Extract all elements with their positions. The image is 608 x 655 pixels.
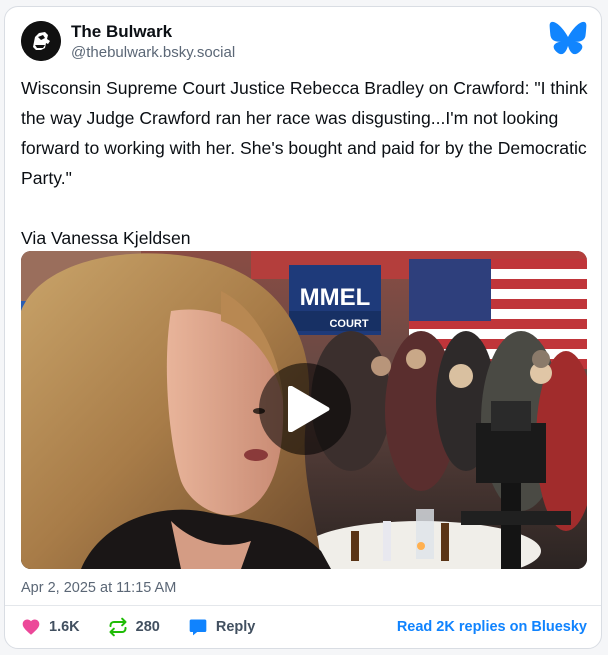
banner-text-main: MMEL [300, 284, 371, 311]
bulwark-logo-icon [21, 21, 61, 61]
heart-icon [22, 619, 40, 635]
play-button[interactable] [259, 363, 351, 455]
video-player[interactable]: MMEL COURT [21, 251, 587, 569]
action-bar: 1.6K 280 Reply Read 2K replies on Bluesk… [21, 615, 587, 639]
divider [5, 605, 601, 606]
post-card: The Bulwark @thebulwark.bsky.social Wisc… [4, 6, 602, 649]
author-names: The Bulwark @thebulwark.bsky.social [71, 21, 235, 63]
repost-button[interactable]: 280 [108, 617, 160, 637]
post-paragraph: Via Vanessa Kjeldsen [21, 228, 191, 248]
post-paragraph: Wisconsin Supreme Court Justice Rebecca … [21, 78, 588, 188]
post-text: Wisconsin Supreme Court Justice Rebecca … [21, 73, 591, 253]
like-button[interactable]: 1.6K [21, 617, 80, 637]
reply-bubble-icon [189, 619, 207, 636]
read-replies-link[interactable]: Read 2K replies on Bluesky [397, 619, 587, 635]
reply-label: Reply [215, 619, 256, 635]
avatar[interactable] [21, 21, 61, 61]
post-header: The Bulwark @thebulwark.bsky.social [21, 21, 587, 65]
repost-icon [109, 617, 127, 637]
bluesky-butterfly-icon[interactable] [549, 21, 587, 55]
repost-count: 280 [135, 619, 160, 635]
like-count: 1.6K [49, 619, 80, 635]
author-handle[interactable]: @thebulwark.bsky.social [71, 43, 235, 63]
author-display-name[interactable]: The Bulwark [71, 21, 235, 43]
reply-button[interactable]: Reply [188, 617, 256, 637]
banner-text-sub: COURT [329, 318, 368, 330]
play-icon [288, 386, 330, 432]
post-timestamp[interactable]: Apr 2, 2025 at 11:15 AM [21, 580, 176, 596]
